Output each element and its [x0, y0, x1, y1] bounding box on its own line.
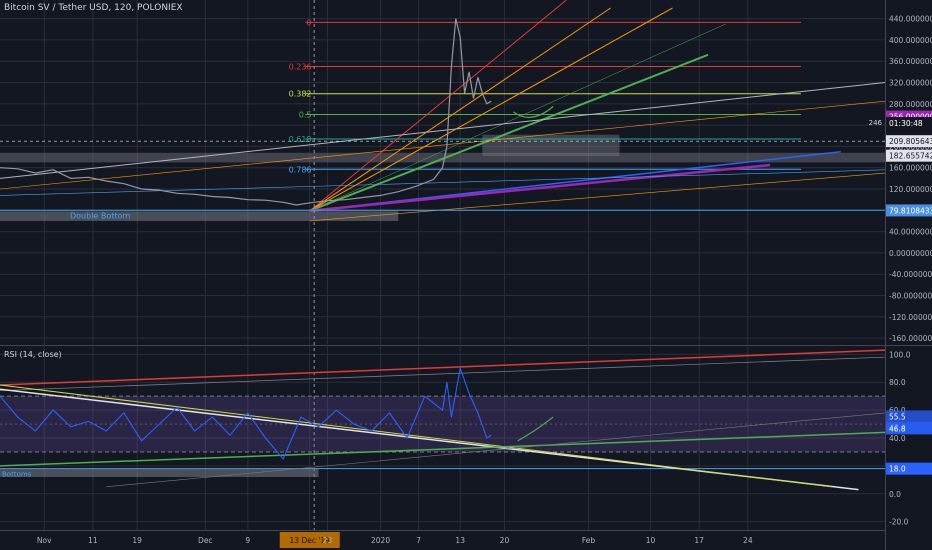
price-tick-label: 400.00000000: [889, 36, 932, 45]
price-label-text: 182.65574274: [889, 152, 932, 161]
fib-level-label: 0: [306, 18, 311, 27]
time-tick-label: Nov: [37, 536, 52, 545]
price-label-text: 79.81084335: [889, 206, 932, 215]
chart-canvas[interactable]: 0 0.236 0.382 0.5 0.618 0.786 246 Double Bottom…: [0, 0, 932, 550]
rsi-tick-label: 40.0: [889, 434, 906, 443]
fib-level-label: 0.382: [289, 90, 312, 99]
time-tick-label: 11: [88, 536, 98, 545]
time-tick-label: Feb: [582, 536, 596, 545]
rsi-bottoms-label: Bottoms: [2, 471, 32, 479]
price-label-text: 209.80564314: [889, 137, 932, 146]
time-tick-label: 9: [245, 536, 250, 545]
price-tick-label: 280.00000000: [889, 100, 932, 109]
time-tick-label: 10: [646, 536, 656, 545]
rsi-tick-label: 0.0: [889, 490, 901, 499]
price-tick-label: -40.00000000: [889, 270, 932, 279]
price-tick-label: 40.00000000: [889, 228, 932, 237]
time-tick-label: 23: [323, 536, 333, 545]
price-tick-label: -80.00000000: [889, 291, 932, 300]
rsi-tick-label: 100.0: [889, 350, 911, 359]
price-tick-label: -120.00000000: [889, 313, 932, 322]
rsi-bottoms-zone: [0, 468, 319, 478]
time-tick-label: 7: [416, 536, 421, 545]
time-tick-label: 13: [455, 536, 465, 545]
rsi-value-label: 18.0: [889, 465, 906, 474]
price-label-text: 01:30:48: [889, 119, 923, 128]
chart-root: 0 0.236 0.382 0.5 0.618 0.786 246 Double Bottom…: [0, 0, 932, 550]
fib-level-label: 0.5: [299, 110, 312, 119]
time-tick-label: 19: [132, 536, 142, 545]
price-tick-label: 440.00000000: [889, 15, 932, 24]
rsi-tick-label: -20.0: [889, 518, 909, 527]
price-tick-label: 120.00000000: [889, 185, 932, 194]
symbol-title[interactable]: Bitcoin SV / Tether USD, 120, POLONIEX: [4, 3, 183, 13]
price-tick-label: 320.00000000: [889, 79, 932, 88]
rsi-value-label: 46.8: [889, 425, 906, 434]
double-bottom-zone: [0, 211, 399, 221]
price-tick-label: 360.00000000: [889, 57, 932, 66]
rsi-tick-label: 80.0: [889, 378, 906, 387]
fib-level-label: 0.236: [289, 63, 312, 72]
double-bottom-label: Double Bottom: [70, 212, 130, 221]
resistance-zone-box: [482, 134, 620, 156]
time-tick-label: 24: [743, 536, 753, 545]
time-tick-label: 17: [694, 536, 704, 545]
time-tick-label: 20: [500, 536, 510, 545]
price-tick-label: 160.00000000: [889, 164, 932, 173]
time-tick-label: 2020: [371, 536, 390, 545]
fib-extra-label: 246: [869, 119, 883, 127]
price-tick-label: 0.00000000: [889, 249, 932, 258]
rsi-title[interactable]: RSI (14, close): [4, 350, 62, 359]
price-tick-label: -160.00000000: [889, 334, 932, 343]
fib-level-label: 0.786: [289, 165, 312, 174]
time-tick-label: Dec: [198, 536, 213, 545]
fib-level-label: 0.618: [289, 135, 312, 144]
rsi-value-label: 55.5: [889, 412, 906, 421]
